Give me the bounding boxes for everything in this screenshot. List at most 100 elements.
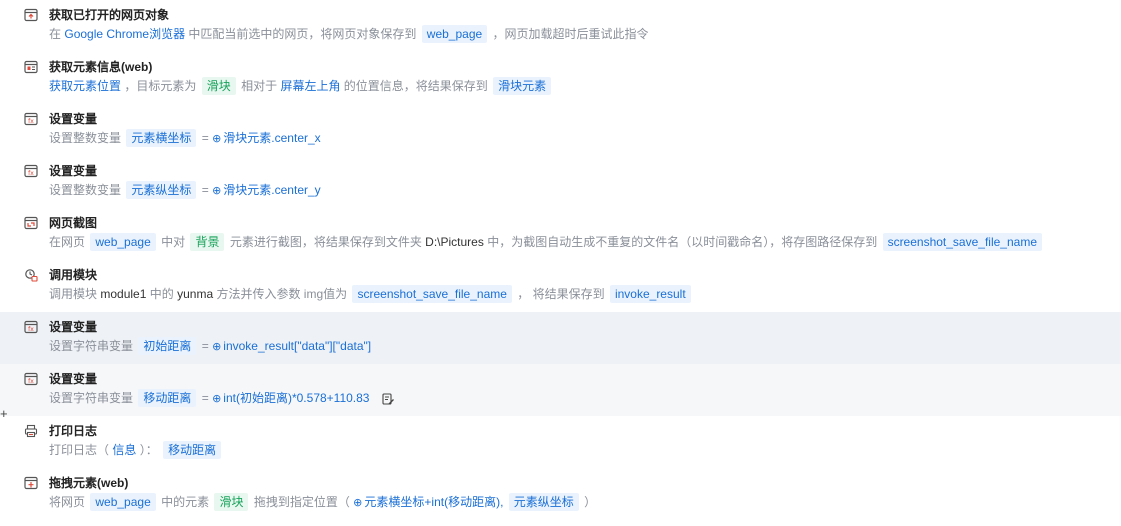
expression[interactable]: ⊕ 元素横坐标+int(移动距离), bbox=[353, 495, 503, 509]
variable-token[interactable]: 元素纵坐标 bbox=[508, 493, 579, 511]
expression[interactable]: ⊕ 滑块元素.center_x bbox=[212, 131, 321, 145]
step-description: 打印日志（ 信息 ）： 移动距离 bbox=[49, 440, 223, 460]
step-set-variable[interactable]: fx 设置变量 设置字符串变量 移动距离 = ⊕ int(初始距离)*0.578+… bbox=[0, 364, 1121, 416]
step-description: 调用模块 module1 中的 yunma 方法并传入参数 img值为 scre… bbox=[49, 284, 693, 304]
desc-text: 中的元素 bbox=[161, 495, 210, 509]
step-get-webpage[interactable]: 获取已打开的网页对象 在 Google Chrome浏览器 中匹配当前选中的网页… bbox=[0, 0, 1121, 52]
desc-text: ，网页加载超时后重试此指令 bbox=[492, 27, 649, 41]
step-invoke-module[interactable]: 调用模块 调用模块 module1 中的 yunma 方法并传入参数 img值为… bbox=[0, 260, 1121, 312]
desc-text: 调用模块 bbox=[49, 287, 98, 301]
step-description: 设置整数变量 元素横坐标 = ⊕ 滑块元素.center_x bbox=[49, 128, 321, 149]
expression[interactable]: ⊕ int(初始距离)*0.578+110.83 bbox=[212, 391, 369, 405]
step-title: 网页截图 bbox=[49, 216, 98, 230]
desc-text: 中对 bbox=[161, 235, 186, 249]
variable-icon: fx bbox=[24, 112, 38, 126]
element-token[interactable]: 滑块 bbox=[214, 493, 249, 511]
variable-icon: fx bbox=[24, 164, 38, 178]
step-title: 调用模块 bbox=[49, 268, 98, 282]
variable-token[interactable]: 滑块元素 bbox=[493, 77, 552, 95]
step-set-variable[interactable]: fx 设置变量 设置整数变量 元素纵坐标 = ⊕ 滑块元素.center_y bbox=[0, 156, 1121, 208]
svg-text:fx: fx bbox=[28, 326, 34, 333]
variable-token[interactable]: 移动距离 bbox=[163, 441, 222, 459]
equals-sign: = bbox=[201, 183, 209, 197]
desc-text: 的位置信息，将结果保存到 bbox=[343, 79, 488, 93]
folder-path[interactable]: D:\Pictures bbox=[425, 235, 484, 249]
variable-token[interactable]: web_page bbox=[421, 25, 488, 43]
step-print-log[interactable]: 打印日志 打印日志（ 信息 ）： 移动距离 bbox=[0, 416, 1121, 468]
variable-token[interactable]: web_page bbox=[90, 493, 156, 511]
equals-sign: = bbox=[201, 391, 209, 405]
desc-text: ，目标元素为 bbox=[124, 79, 197, 93]
desc-text: 将网页 bbox=[49, 495, 86, 509]
method-name[interactable]: yunma bbox=[177, 287, 213, 301]
expression[interactable]: ⊕ 滑块元素.center_y bbox=[212, 183, 321, 197]
expression-icon: ⊕ bbox=[212, 393, 222, 405]
step-description: 设置整数变量 元素纵坐标 = ⊕ 滑块元素.center_y bbox=[49, 180, 321, 201]
step-title: 设置变量 bbox=[49, 372, 98, 386]
variable-token[interactable]: invoke_result bbox=[609, 285, 691, 303]
svg-text:fx: fx bbox=[28, 378, 34, 385]
desc-text: 在 bbox=[49, 27, 62, 41]
svg-text:fx: fx bbox=[28, 118, 34, 125]
element-token[interactable]: 背景 bbox=[190, 233, 225, 251]
edit-icon[interactable] bbox=[381, 392, 395, 406]
desc-text: 元素进行截图，将结果保存到文件夹 bbox=[229, 235, 422, 249]
step-drag-element[interactable]: 拖拽元素(web) 将网页 web_page 中的元素 滑块 拖拽到指定位置（ … bbox=[0, 468, 1121, 520]
svg-text:fx: fx bbox=[28, 170, 34, 177]
variable-token[interactable]: 移动距离 bbox=[138, 389, 197, 407]
browser-link[interactable]: Google Chrome浏览器 bbox=[64, 27, 185, 41]
add-step-icon[interactable]: + bbox=[0, 407, 10, 421]
variable-icon: fx bbox=[24, 372, 38, 386]
log-level-link[interactable]: 信息 bbox=[112, 443, 136, 457]
desc-text: 中，为截图自动生成不重复的文件名（以时间戳命名），将存图路径保存到 bbox=[487, 235, 878, 249]
expression-text: 滑块元素.center_y bbox=[223, 183, 321, 197]
module-name[interactable]: module1 bbox=[100, 287, 146, 301]
expression-text: 元素横坐标+int(移动距离), bbox=[364, 495, 504, 509]
step-title: 拖拽元素(web) bbox=[49, 476, 129, 490]
desc-text: 相对于 bbox=[241, 79, 278, 93]
equals-sign: = bbox=[201, 131, 209, 145]
screenshot-icon bbox=[24, 216, 38, 230]
step-description: 在 Google Chrome浏览器 中匹配当前选中的网页，将网页对象保存到 w… bbox=[49, 24, 649, 44]
equals-sign: = bbox=[201, 339, 209, 353]
desc-text: 中的 bbox=[149, 287, 174, 301]
step-set-variable[interactable]: fx 设置变量 设置字符串变量 初始距离 = ⊕ invoke_result["d… bbox=[0, 312, 1121, 364]
step-title: 设置变量 bbox=[49, 164, 98, 178]
step-title: 设置变量 bbox=[49, 320, 98, 334]
desc-text: 设置整数变量 bbox=[49, 131, 122, 145]
variable-token[interactable]: screenshot_save_file_name bbox=[352, 285, 512, 303]
desc-text: 设置整数变量 bbox=[49, 183, 122, 197]
variable-token[interactable]: screenshot_save_file_name bbox=[882, 233, 1042, 251]
expression-icon: ⊕ bbox=[212, 133, 222, 145]
desc-text: 方法并传入参数 img值为 bbox=[216, 287, 348, 301]
variable-icon: fx bbox=[24, 320, 38, 334]
step-description: 设置字符串变量 移动距离 = ⊕ int(初始距离)*0.578+110.83 bbox=[49, 388, 395, 409]
anchor-link[interactable]: 屏幕左上角 bbox=[280, 79, 340, 93]
expression[interactable]: ⊕ invoke_result["data"]["data"] bbox=[212, 339, 371, 353]
step-description: 将网页 web_page 中的元素 滑块 拖拽到指定位置（ ⊕ 元素横坐标+int… bbox=[49, 492, 596, 513]
expression-text: invoke_result["data"]["data"] bbox=[223, 339, 372, 353]
desc-text: ） bbox=[584, 495, 597, 509]
variable-token[interactable]: web_page bbox=[90, 233, 156, 251]
step-description: 设置字符串变量 初始距离 = ⊕ invoke_result["data"]["d… bbox=[49, 336, 371, 357]
element-token[interactable]: 滑块 bbox=[201, 77, 236, 95]
step-title: 获取已打开的网页对象 bbox=[49, 8, 170, 22]
desc-text: 在网页 bbox=[49, 235, 86, 249]
variable-token[interactable]: 初始距离 bbox=[138, 337, 197, 355]
expression-icon: ⊕ bbox=[212, 341, 222, 353]
step-get-element-info[interactable]: 获取元素信息(web) 获取元素位置 ，目标元素为 滑块 相对于 屏幕左上角 的… bbox=[0, 52, 1121, 104]
variable-token[interactable]: 元素纵坐标 bbox=[126, 181, 197, 199]
drag-element-icon bbox=[24, 476, 38, 490]
element-info-icon bbox=[24, 60, 38, 74]
step-title: 获取元素信息(web) bbox=[49, 60, 153, 74]
variable-token[interactable]: 元素横坐标 bbox=[126, 129, 197, 147]
desc-text: 设置字符串变量 bbox=[49, 339, 134, 353]
step-description: 在网页 web_page 中对 背景 元素进行截图，将结果保存到文件夹 D:\P… bbox=[49, 232, 1044, 252]
print-log-icon bbox=[24, 424, 38, 438]
expression-icon: ⊕ bbox=[212, 185, 222, 197]
expression-text: int(初始距离)*0.578+110.83 bbox=[223, 391, 370, 405]
action-link[interactable]: 获取元素位置 bbox=[49, 79, 121, 93]
step-set-variable[interactable]: fx 设置变量 设置整数变量 元素横坐标 = ⊕ 滑块元素.center_x bbox=[0, 104, 1121, 156]
step-webpage-screenshot[interactable]: 网页截图 在网页 web_page 中对 背景 元素进行截图，将结果保存到文件夹… bbox=[0, 208, 1121, 260]
browser-open-icon bbox=[24, 8, 38, 22]
